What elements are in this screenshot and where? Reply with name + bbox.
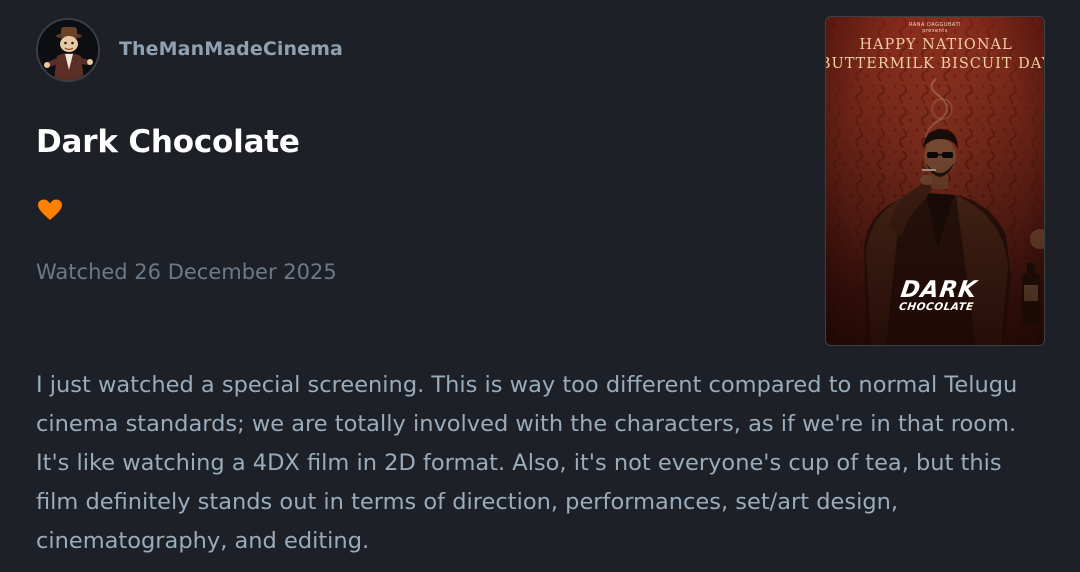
username-link[interactable]: TheManMadeCinema bbox=[119, 38, 343, 60]
review-card: TheManMadeCinema Dark Chocolate Watched … bbox=[0, 0, 1080, 572]
film-poster[interactable]: RANA DAGGUBATI presents HAPPY NATIONAL BU… bbox=[825, 16, 1045, 346]
avatar-figure-icon bbox=[38, 20, 98, 80]
watched-date: Watched 26 December 2025 bbox=[36, 260, 337, 284]
poster-logo-line1: DARK bbox=[898, 277, 980, 303]
review-body: I just watched a special screening. This… bbox=[36, 372, 1018, 554]
poster-header-line2: BUTTERMILK BISCUIT DAY bbox=[825, 56, 1045, 72]
poster-logo-line2: CHOCOLATE bbox=[898, 301, 975, 313]
poster-logo: DARK CHOCOLATE bbox=[898, 277, 980, 313]
film-title[interactable]: Dark Chocolate bbox=[36, 124, 300, 160]
user-avatar[interactable] bbox=[36, 18, 100, 82]
poster-header-line1: HAPPY NATIONAL bbox=[859, 37, 1013, 53]
poster-top-credit: RANA DAGGUBATI presents bbox=[909, 22, 961, 34]
heart-icon bbox=[36, 198, 64, 222]
